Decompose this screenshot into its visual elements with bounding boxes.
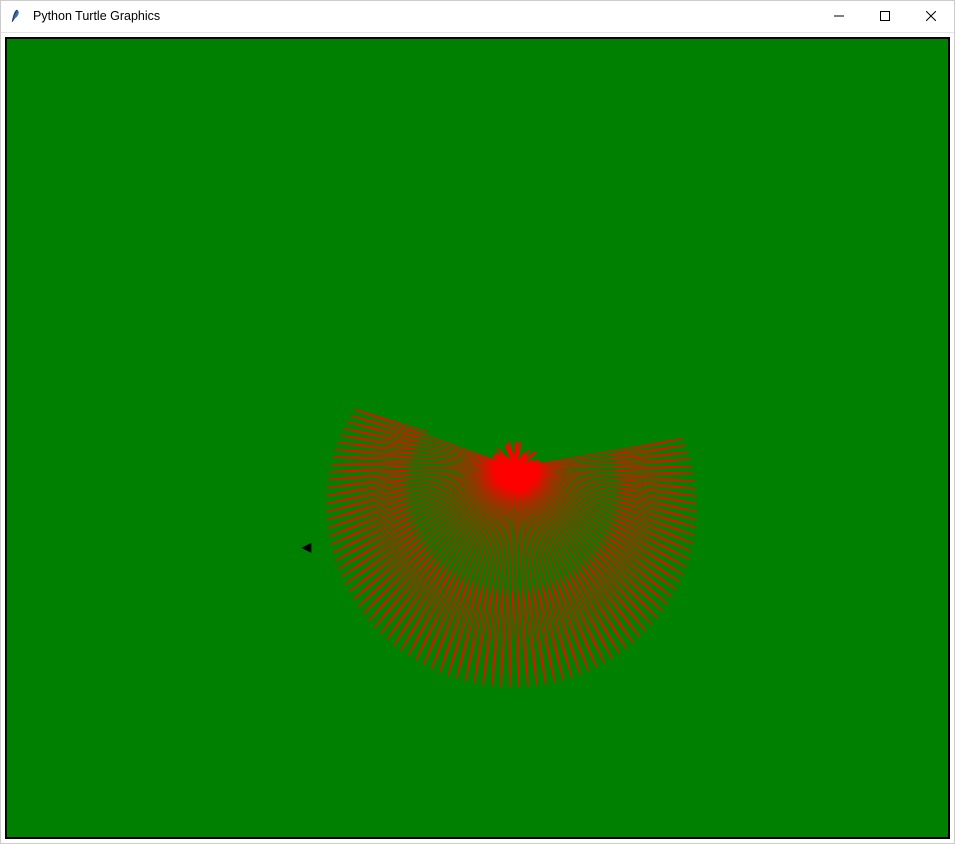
maximize-button[interactable] xyxy=(862,1,908,32)
titlebar[interactable]: Python Turtle Graphics xyxy=(1,1,954,33)
python-turtle-feather-icon xyxy=(9,8,25,24)
window-title: Python Turtle Graphics xyxy=(33,9,816,23)
turtle-canvas xyxy=(7,39,948,837)
turtle-cursor-icon xyxy=(301,543,311,553)
close-button[interactable] xyxy=(908,1,954,32)
window-controls xyxy=(816,1,954,32)
turtle-drawing xyxy=(7,39,948,837)
minimize-button[interactable] xyxy=(816,1,862,32)
client-area xyxy=(1,33,954,843)
canvas-border xyxy=(5,37,950,839)
app-window: Python Turtle Graphics xyxy=(0,0,955,844)
